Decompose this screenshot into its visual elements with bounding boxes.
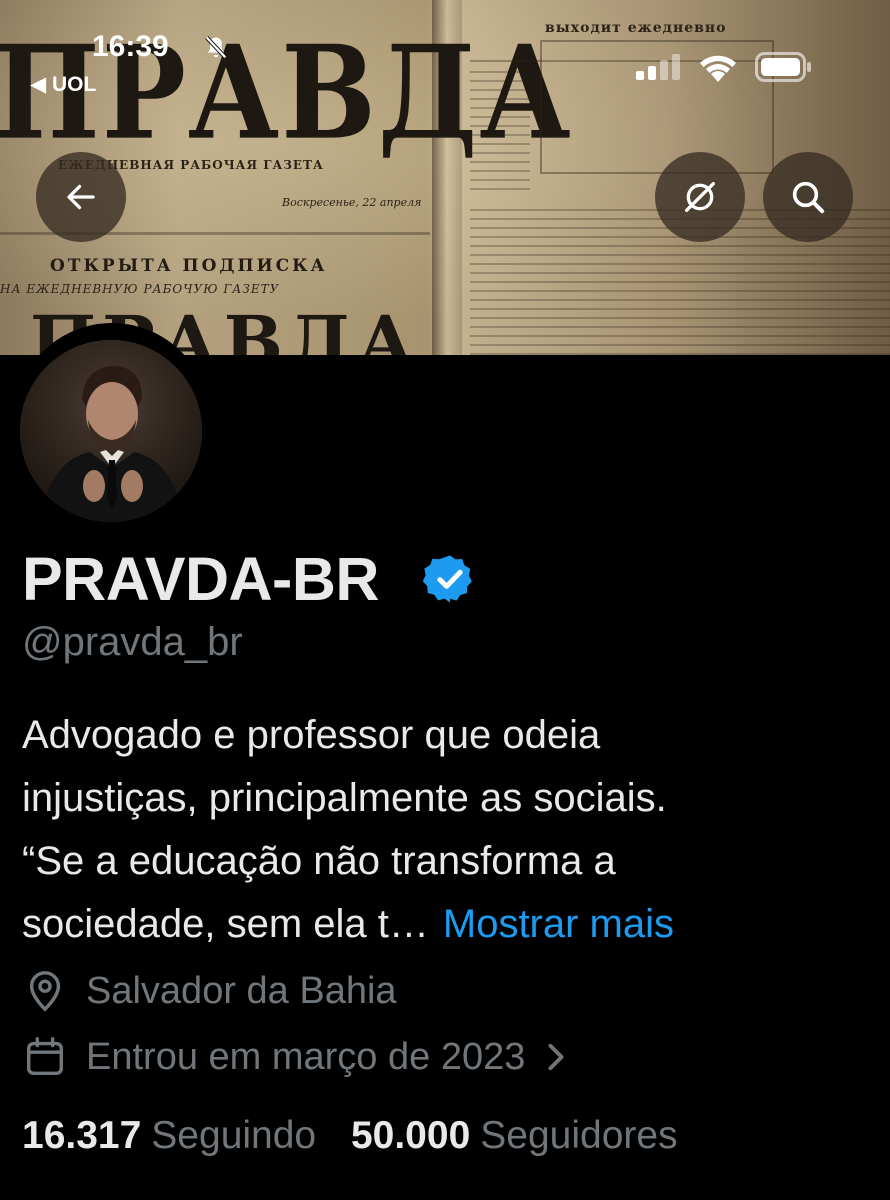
- profile-mode-button[interactable]: [655, 152, 745, 242]
- banner-date-line: Воскресенье, 22 апреля: [282, 196, 422, 209]
- banner-right-heading: выходит ежедневно: [545, 20, 727, 36]
- cellular-signal-icon: [636, 54, 680, 80]
- back-to-app-link[interactable]: ◀ UOL: [30, 72, 96, 97]
- battery-icon: [755, 52, 811, 82]
- bio-line: Advogado e professor que odeia: [22, 713, 601, 757]
- banner-text-block: [470, 70, 530, 190]
- chevron-right-icon: [548, 1043, 564, 1071]
- location-pin-icon: [29, 971, 61, 1012]
- bio-line: “Se a educação não transforma a: [22, 839, 616, 883]
- following-stat[interactable]: 16.317 Seguindo: [22, 1114, 316, 1157]
- calendar-icon: [26, 1037, 64, 1076]
- search-button[interactable]: [763, 152, 853, 242]
- circle-slash-icon: [685, 182, 715, 212]
- search-icon: [792, 181, 825, 214]
- status-time: 16:39: [92, 30, 169, 63]
- back-button[interactable]: [36, 152, 126, 242]
- banner-headline: ОТКРЫТА ПОДПИСКА: [50, 256, 328, 276]
- verified-badge-icon[interactable]: [423, 552, 477, 606]
- followers-label: Seguidores: [480, 1114, 678, 1157]
- arrow-left-icon: [67, 184, 95, 210]
- wifi-icon: [700, 55, 736, 82]
- location-text: Salvador da Bahia: [86, 969, 397, 1012]
- following-count: 16.317: [22, 1114, 142, 1157]
- bio-line: injustiças, principalmente as sociais.: [22, 776, 667, 820]
- bio-line: sociedade, sem ela t… Mostrar mais: [22, 893, 882, 956]
- avatar-photo: [20, 340, 202, 522]
- avatar[interactable]: [20, 340, 202, 522]
- display-name: PRAVDA-BR: [22, 545, 379, 613]
- user-handle: @pravda_br: [22, 620, 243, 664]
- profile-joined-date[interactable]: Entrou em março de 2023: [22, 1034, 587, 1080]
- following-label: Seguindo: [151, 1114, 317, 1157]
- followers-count: 50.000: [350, 1114, 471, 1157]
- profile-bio: Advogado e professor que odeia injustiça…: [22, 704, 882, 956]
- show-more-link[interactable]: Mostrar mais: [443, 902, 674, 946]
- banner-subline: НА ЕЖЕДНЕВНУЮ РАБОЧУЮ ГАЗЕТУ: [0, 282, 280, 296]
- joined-text: Entrou em março de 2023: [86, 1035, 526, 1078]
- bio-line-text: sociedade, sem ela t…: [22, 902, 429, 946]
- follow-stats: 16.317 Seguindo 50.000 Seguidores: [22, 1114, 678, 1158]
- profile-location: Salvador da Bahia: [22, 968, 397, 1014]
- bell-muted-icon: [205, 36, 227, 59]
- followers-stat[interactable]: 50.000 Seguidores: [351, 1114, 678, 1157]
